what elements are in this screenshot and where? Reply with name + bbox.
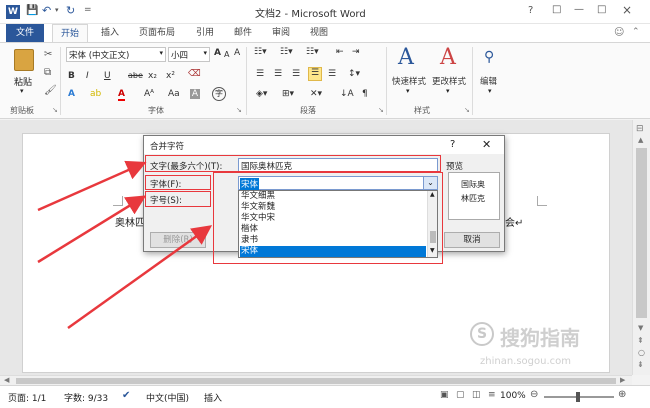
arrow-to-size-row bbox=[37, 195, 147, 264]
annotation-arrows bbox=[37, 160, 213, 330]
arrow-to-text-field bbox=[37, 160, 147, 212]
arrow-to-font-list bbox=[67, 225, 213, 330]
